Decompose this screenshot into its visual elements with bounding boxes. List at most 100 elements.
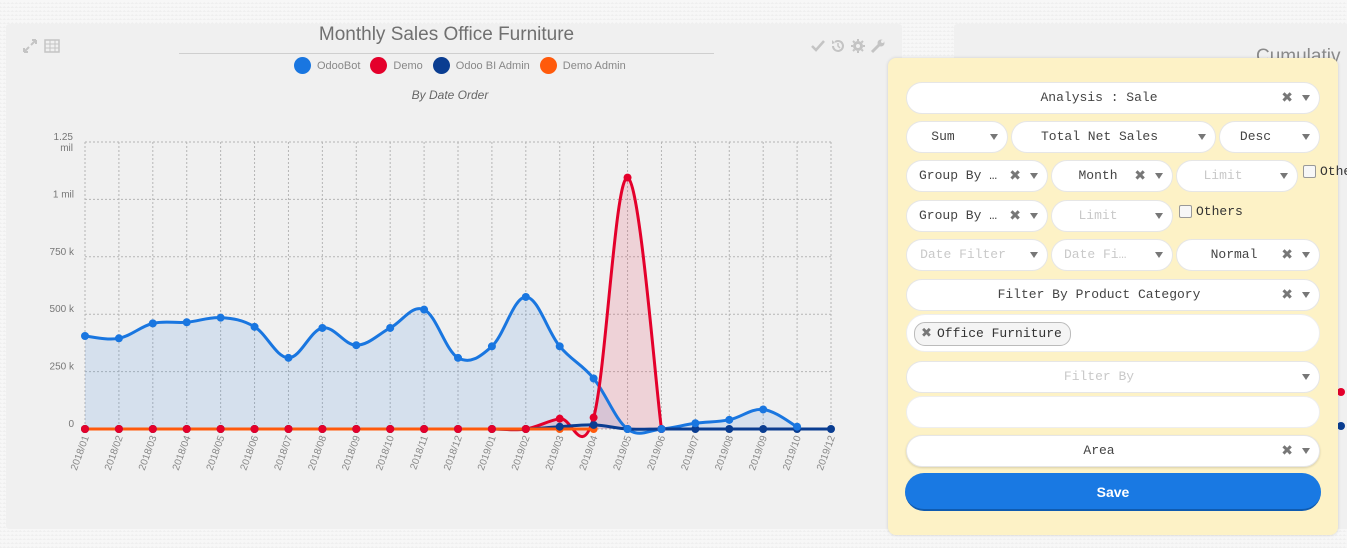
data-point-odoobot — [318, 323, 327, 332]
group-by-date-select[interactable]: Group By D… ✖ — [906, 160, 1048, 192]
save-button[interactable]: Save — [905, 473, 1321, 511]
data-point-odoobot — [691, 419, 700, 428]
chevron-down-icon[interactable] — [1030, 173, 1038, 179]
limit-placeholder: Limit — [1203, 168, 1243, 183]
y-tick-label: 1.25 — [54, 132, 74, 143]
sort-value: Desc — [1239, 129, 1272, 144]
chevron-down-icon[interactable] — [1302, 292, 1310, 298]
mode-value: Normal — [1210, 247, 1258, 262]
chart-type-select[interactable]: Area ✖ — [906, 435, 1320, 467]
chevron-down-icon[interactable] — [1302, 448, 1310, 454]
chevron-down-icon[interactable] — [1302, 252, 1310, 258]
date-filter-placeholder: Date Filter — [1064, 247, 1132, 262]
clear-icon[interactable]: ✖ — [1281, 436, 1293, 466]
x-tick-label: 2019/05 — [612, 434, 635, 472]
chevron-down-icon[interactable] — [1280, 173, 1288, 179]
x-tick-label: 2019/01 — [476, 434, 499, 472]
filter-by-select[interactable]: Filter By — [906, 361, 1320, 393]
x-tick-label: 2019/03 — [544, 434, 567, 472]
data-point-bi-admin — [725, 425, 734, 433]
sort-select[interactable]: Desc — [1219, 121, 1320, 153]
group-by-second-select[interactable]: Group By S… ✖ — [906, 200, 1048, 232]
data-point-odoobot — [182, 318, 191, 327]
chevron-down-icon[interactable] — [1030, 213, 1038, 219]
tag-chip[interactable]: ✖ Office Furniture — [914, 322, 1071, 346]
data-point-demo — [420, 425, 429, 433]
secondary-chart-point — [1337, 388, 1345, 396]
secondary-chart-point — [1337, 422, 1345, 430]
data-point-odoobot — [487, 342, 496, 351]
chevron-down-icon[interactable] — [1198, 134, 1206, 140]
data-point-odoobot — [114, 334, 123, 343]
others-checkbox-2[interactable]: Others — [1179, 204, 1243, 219]
category-tag-input[interactable]: ✖ Office Furniture — [906, 314, 1320, 352]
data-point-bi-admin — [555, 422, 564, 431]
clear-icon[interactable]: ✖ — [1281, 240, 1293, 270]
data-point-demo — [148, 425, 157, 433]
x-tick-label: 2018/02 — [103, 434, 126, 472]
chevron-down-icon[interactable] — [990, 134, 998, 140]
chevron-down-icon[interactable] — [1302, 95, 1310, 101]
y-tick-label: 250 k — [50, 362, 75, 373]
category-filter-value: Filter By Product Category — [997, 287, 1201, 302]
clear-icon[interactable]: ✖ — [1009, 161, 1021, 191]
limit-placeholder: Limit — [1078, 208, 1118, 223]
analysis-select[interactable]: Analysis : Sale ✖ — [906, 82, 1320, 114]
data-point-odoobot — [386, 323, 395, 332]
date-interval-value: Month — [1078, 168, 1118, 183]
remove-tag-icon[interactable]: ✖ — [921, 323, 932, 345]
group-by-date-value: Group By D… — [919, 168, 1001, 183]
data-point-odoobot — [555, 342, 564, 351]
data-point-demo — [352, 425, 361, 433]
x-tick-label: 2018/09 — [340, 434, 363, 472]
clear-icon[interactable]: ✖ — [1134, 161, 1146, 191]
chevron-down-icon[interactable] — [1302, 134, 1310, 140]
measure-operation-value: Sum — [931, 129, 955, 144]
clear-icon[interactable]: ✖ — [1281, 280, 1293, 310]
limit-select-1[interactable]: Limit — [1176, 160, 1298, 192]
chevron-down-icon[interactable] — [1155, 252, 1163, 258]
x-tick-label: 2018/04 — [171, 434, 194, 472]
data-point-demo — [114, 425, 123, 433]
data-point-odoobot — [657, 425, 666, 433]
x-tick-label: 2018/10 — [374, 434, 397, 472]
data-point-odoobot — [284, 353, 293, 362]
data-point-demo — [250, 425, 259, 433]
mode-select[interactable]: Normal ✖ — [1176, 239, 1320, 271]
group-by-second-value: Group By S… — [919, 208, 1001, 223]
category-filter-select[interactable]: Filter By Product Category ✖ — [906, 279, 1320, 311]
chevron-down-icon[interactable] — [1030, 252, 1038, 258]
others-checkbox-1[interactable]: Othe — [1303, 164, 1347, 179]
limit-select-2[interactable]: Limit — [1051, 200, 1173, 232]
checkbox-box[interactable] — [1303, 165, 1316, 178]
chevron-down-icon[interactable] — [1155, 213, 1163, 219]
date-interval-select[interactable]: Month ✖ — [1051, 160, 1173, 192]
x-tick-label: 2019/10 — [781, 434, 804, 472]
data-point-odoobot — [793, 422, 802, 431]
date-filter-select-2[interactable]: Date Filter — [1051, 239, 1173, 271]
chart-plot: 0 250 k 500 k 750 k 1 mil 1.25mil 2018/01 2018/… — [50, 132, 838, 472]
checkbox-box[interactable] — [1179, 205, 1192, 218]
data-point-odoobot — [148, 319, 157, 328]
measure-field-select[interactable]: Total Net Sales — [1011, 121, 1216, 153]
measure-field-value: Total Net Sales — [1040, 129, 1159, 144]
y-tick-label: 0 — [68, 419, 74, 430]
chevron-down-icon[interactable] — [1155, 173, 1163, 179]
filter-value-input[interactable] — [906, 396, 1320, 428]
clear-icon[interactable]: ✖ — [1009, 201, 1021, 231]
chart-type-value: Area — [1083, 443, 1115, 458]
clear-icon[interactable]: ✖ — [1281, 83, 1293, 113]
date-filter-select-1[interactable]: Date Filter — [906, 239, 1048, 271]
others-label-1: Othe — [1320, 164, 1347, 179]
x-tick-label: 2019/08 — [713, 434, 736, 472]
date-filter-placeholder: Date Filter — [920, 247, 1006, 262]
data-point-demo — [487, 425, 496, 433]
y-tick-label: 500 k — [50, 304, 75, 315]
data-point-odoobot — [352, 341, 361, 350]
others-label-2: Others — [1196, 204, 1243, 219]
chevron-down-icon[interactable] — [1302, 374, 1310, 380]
measure-operation-select[interactable]: Sum — [906, 121, 1008, 153]
y-tick-label: 1 mil — [53, 189, 74, 200]
data-point-demo — [81, 425, 89, 433]
data-point-odoobot — [521, 292, 530, 301]
